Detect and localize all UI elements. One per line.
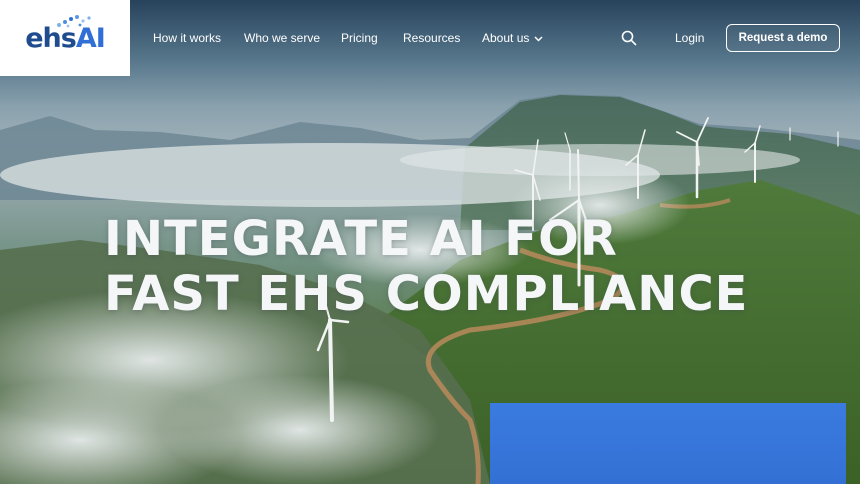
main-navigation: How it works Who we serve Pricing Resour… — [0, 0, 860, 76]
request-demo-button[interactable]: Request a demo — [726, 24, 840, 52]
nav-about-us-label: About us — [482, 31, 530, 45]
hero-headline-line-1: INTEGRATE AI FOR — [104, 211, 618, 267]
search-icon[interactable] — [621, 30, 637, 46]
nav-resources[interactable]: Resources — [403, 31, 460, 45]
hero-headline: INTEGRATE AI FOR FAST EHS COMPLIANCE — [104, 211, 749, 322]
blue-panel — [490, 403, 846, 484]
nav-pricing[interactable]: Pricing — [341, 31, 378, 45]
login-link[interactable]: Login — [675, 31, 704, 45]
nav-who-we-serve[interactable]: Who we serve — [244, 31, 320, 45]
chevron-down-icon — [534, 36, 543, 42]
nav-how-it-works[interactable]: How it works — [153, 31, 221, 45]
hero-headline-line-2: FAST EHS COMPLIANCE — [104, 266, 749, 322]
nav-about-us[interactable]: About us — [482, 31, 543, 45]
